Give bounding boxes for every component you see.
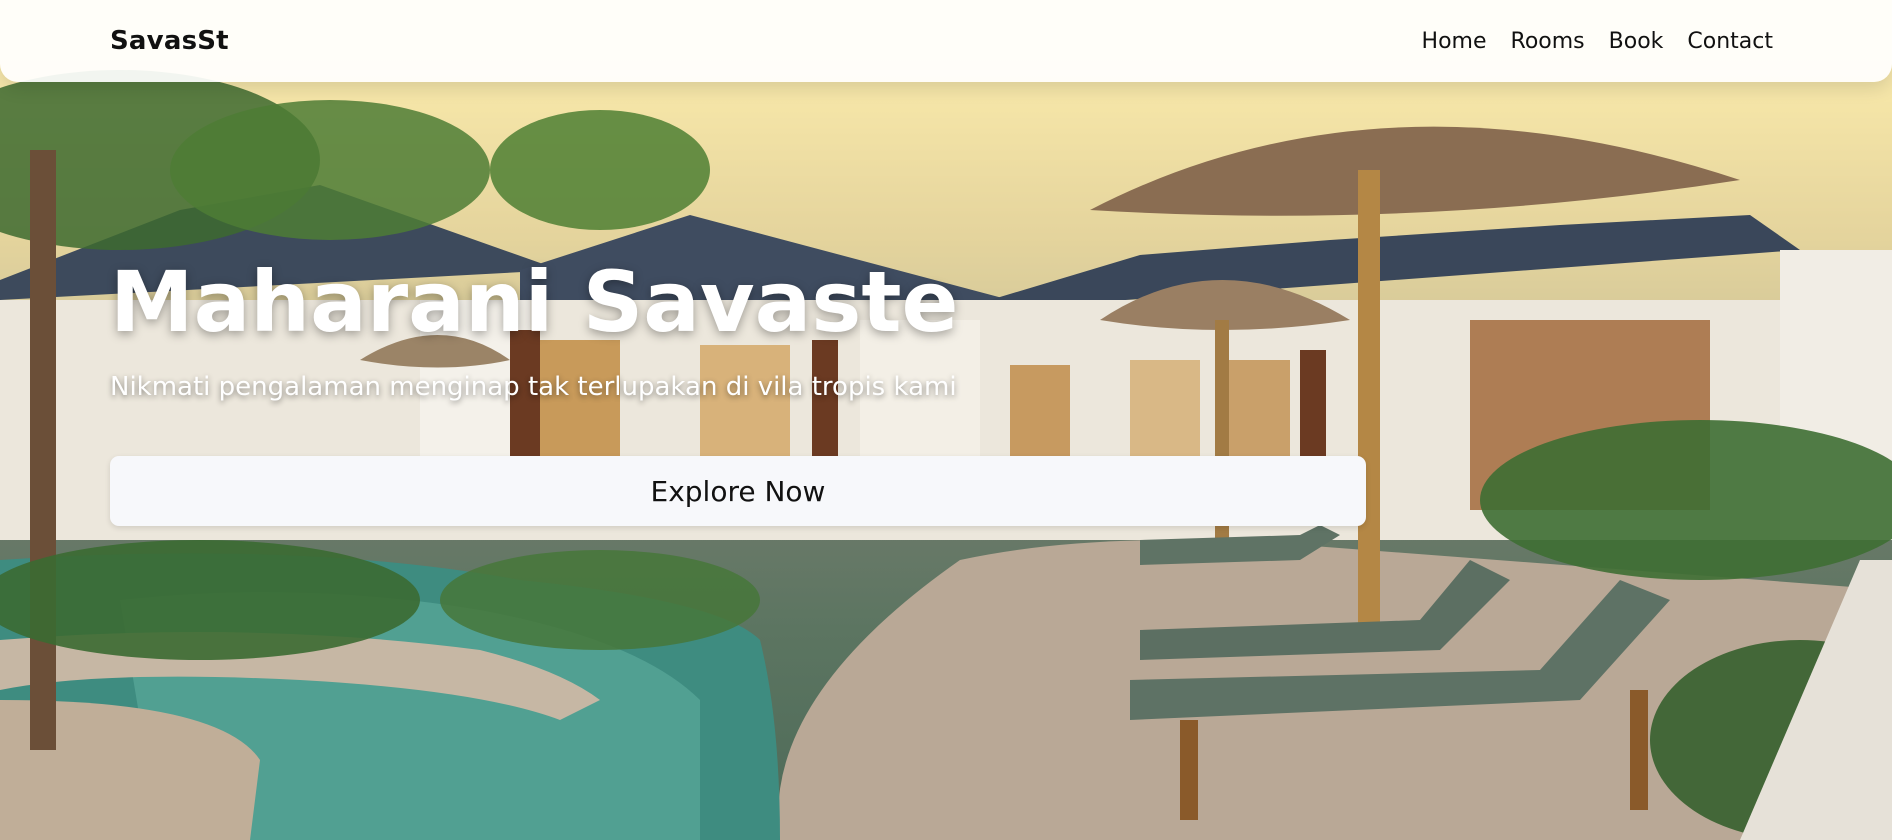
explore-now-button[interactable]: Explore Now xyxy=(110,456,1366,526)
hero-background-image xyxy=(0,0,1892,840)
nav-link-home[interactable]: Home xyxy=(1422,29,1487,54)
brand-logo[interactable]: SavasSt xyxy=(110,26,229,56)
hero-title: Maharani Savaste xyxy=(110,253,959,351)
top-navbar: SavasSt Home Rooms Book Contact xyxy=(0,0,1892,82)
hero-section: SavasSt Home Rooms Book Contact Maharani… xyxy=(0,0,1892,840)
nav-link-contact[interactable]: Contact xyxy=(1687,29,1773,54)
nav-link-rooms[interactable]: Rooms xyxy=(1511,29,1585,54)
nav-links: Home Rooms Book Contact xyxy=(1422,29,1773,54)
nav-link-book[interactable]: Book xyxy=(1609,29,1664,54)
hero-subtitle: Nikmati pengalaman menginap tak terlupak… xyxy=(110,372,957,402)
